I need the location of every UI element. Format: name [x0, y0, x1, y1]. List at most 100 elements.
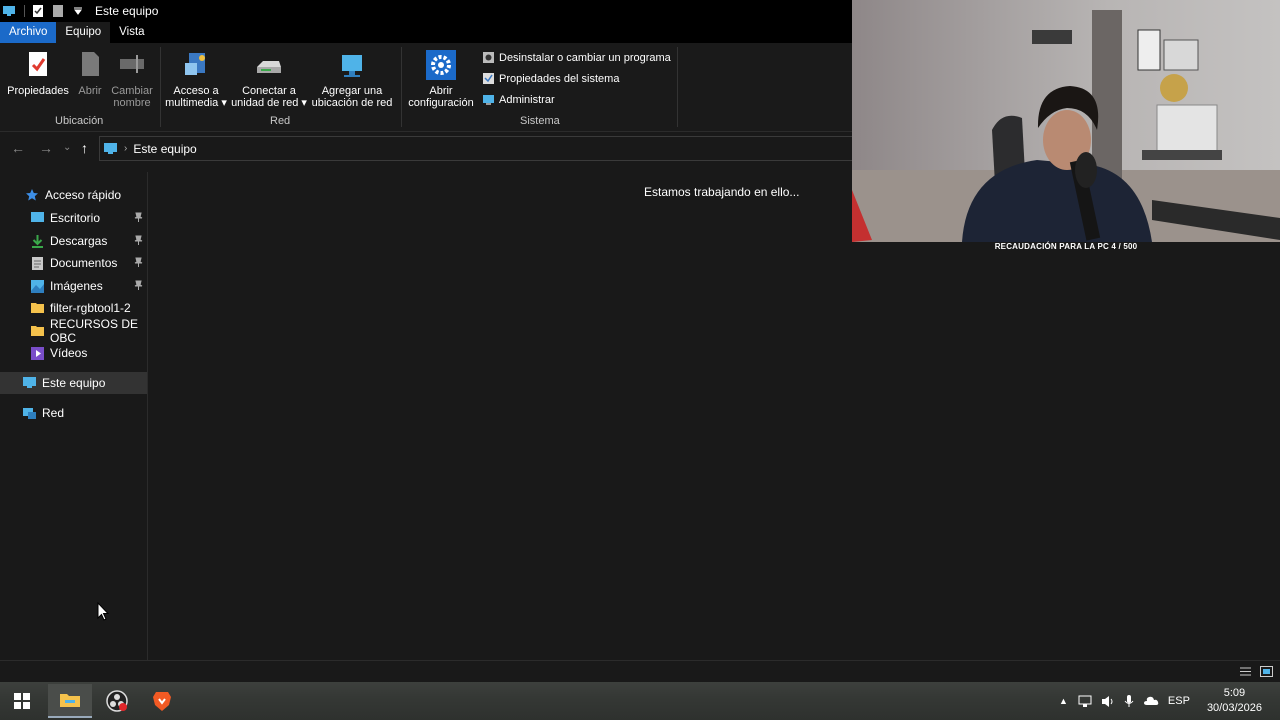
network-status-icon[interactable] — [1078, 695, 1093, 708]
sidebar-item-label: Vídeos — [50, 346, 88, 360]
forward-arrow-icon[interactable]: → — [39, 140, 53, 156]
loading-message: Estamos trabajando en ello... — [644, 185, 800, 199]
navigation-bar: ← → ⌄ ↑ › Este equipo — [0, 134, 852, 164]
webcam-overlay — [852, 0, 1280, 242]
ubicacion-label: ubicación de red — [311, 97, 393, 109]
obs-icon — [106, 690, 128, 712]
ribbon-separator — [401, 47, 402, 127]
pin-icon — [134, 257, 143, 268]
ribbon-separator — [677, 47, 678, 127]
file-explorer-icon — [60, 694, 80, 707]
sidebar-item-label: Documentos — [50, 256, 118, 270]
acceso-label: Acceso a — [173, 85, 219, 97]
multimedia-label: multimedia ▾ — [165, 97, 227, 109]
settings-gear-icon — [425, 49, 457, 81]
taskbar-obs[interactable] — [95, 684, 139, 718]
clock[interactable]: 5:09 30/03/2026 — [1207, 686, 1262, 716]
start-button[interactable] — [0, 684, 44, 718]
file-list-pane[interactable]: Estamos trabajando en ello... — [149, 172, 852, 660]
network-label: Red — [42, 406, 65, 420]
input-language[interactable]: ESP — [1168, 695, 1190, 707]
sidebar-item-imagenes[interactable]: Imágenes — [0, 275, 147, 297]
breadcrumb[interactable]: Este equipo — [133, 142, 196, 156]
sidebar-item-documentos[interactable]: Documentos — [0, 252, 147, 274]
sidebar-item-recursos-obc[interactable]: RECURSOS DE OBC — [0, 317, 147, 345]
conectar-unidad-red-button[interactable]: Conectar a unidad de red ▾ — [231, 49, 307, 109]
windows-logo-icon — [14, 693, 30, 709]
propiedades-label: Propiedades — [7, 85, 69, 97]
folder-icon — [30, 301, 45, 316]
document-icon — [30, 256, 45, 271]
sidebar-item-filter-rgbtool[interactable]: filter-rgbtool1-2 — [0, 297, 147, 319]
status-bar — [0, 660, 1280, 682]
sidebar-item-label: Escritorio — [50, 211, 101, 225]
pin-icon — [134, 212, 143, 223]
taskbar-brave[interactable] — [140, 684, 184, 718]
address-bar[interactable]: › Este equipo — [99, 136, 852, 161]
sidebar-item-videos[interactable]: Vídeos — [0, 342, 147, 364]
show-hidden-icons-chevron-icon[interactable]: ▲ — [1059, 696, 1068, 706]
agregar-label: Agregar una — [321, 85, 383, 97]
configuracion-label: configuración — [408, 97, 474, 109]
this-pc-label: Este equipo — [42, 376, 106, 390]
propiedades-button[interactable]: Propiedades — [7, 49, 69, 97]
microphone-icon[interactable] — [1124, 694, 1134, 708]
cambiar-nombre-button[interactable]: Cambiar nombre — [110, 49, 154, 109]
uninstall-icon — [482, 51, 495, 64]
abrir-button[interactable]: Abrir — [74, 49, 106, 97]
manage-icon — [482, 93, 495, 106]
system-properties-icon — [482, 72, 495, 85]
customize-quick-access-icon[interactable] — [71, 4, 85, 18]
sidebar-item-este-equipo[interactable]: Este equipo — [0, 372, 147, 394]
sidebar-item-red[interactable]: Red — [0, 402, 147, 424]
multimedia-text: multimedia — [165, 97, 219, 109]
pin-icon — [134, 235, 143, 246]
taskbar: ▲ ESP 5:09 30/03/2026 — [0, 682, 1280, 720]
ribbon: Propiedades Abrir Cambiar nombre Ubicaci… — [0, 43, 852, 132]
up-arrow-icon[interactable]: ↑ — [81, 140, 88, 156]
details-view-icon[interactable] — [1239, 666, 1252, 677]
clock-date: 30/03/2026 — [1206, 702, 1262, 714]
taskbar-file-explorer[interactable] — [48, 684, 92, 718]
sidebar-item-escritorio[interactable]: Escritorio — [0, 207, 147, 229]
unidad-label: unidad de red ▾ — [231, 97, 307, 109]
large-icons-view-icon[interactable] — [1260, 666, 1273, 677]
propiedades-sistema-label: Propiedades del sistema — [499, 72, 620, 85]
abrir-label: Abrir — [78, 85, 102, 97]
tab-vista[interactable]: Vista — [110, 22, 153, 43]
new-folder-quick-icon[interactable] — [51, 4, 65, 18]
network-icon — [22, 406, 37, 421]
ribbon-tabs: Archivo Equipo Vista — [0, 22, 852, 43]
administrar-button[interactable]: Administrar — [482, 93, 555, 106]
network-location-icon — [336, 49, 368, 81]
sidebar-item-label: Descargas — [50, 234, 108, 248]
volume-icon[interactable] — [1101, 695, 1115, 708]
sidebar-item-label: RECURSOS DE OBC — [50, 317, 139, 345]
abrir-configuracion-button[interactable]: Abrir configuración — [406, 49, 476, 109]
navigation-pane: Acceso rápido Escritorio Descargas Docum… — [0, 172, 148, 660]
this-pc-icon — [22, 376, 37, 391]
breadcrumb-chevron-icon[interactable]: › — [124, 143, 127, 154]
back-arrow-icon[interactable]: ← — [11, 140, 25, 156]
desinstalar-programa-button[interactable]: Desinstalar o cambiar un programa — [482, 51, 671, 64]
clock-time: 5:09 — [1223, 687, 1246, 699]
propiedades-sistema-button[interactable]: Propiedades del sistema — [482, 72, 619, 85]
network-drive-icon — [253, 49, 285, 81]
sidebar-item-descargas[interactable]: Descargas — [0, 230, 147, 252]
quick-access-label: Acceso rápido — [45, 188, 122, 202]
pictures-icon — [30, 279, 45, 294]
properties-quick-icon[interactable] — [31, 4, 45, 18]
tab-archivo[interactable]: Archivo — [0, 22, 57, 43]
agregar-ubicacion-red-button[interactable]: Agregar una ubicación de red — [310, 49, 394, 109]
cloud-sync-icon[interactable] — [1143, 695, 1159, 707]
sidebar-item-quick-access[interactable]: Acceso rápido — [0, 184, 147, 206]
videos-icon — [30, 346, 45, 361]
conectar-label: Conectar a — [242, 85, 296, 97]
recent-locations-chevron-icon[interactable]: ⌄ — [63, 142, 71, 153]
acceso-multimedia-button[interactable]: Acceso a multimedia ▾ — [165, 49, 227, 109]
media-server-icon — [180, 49, 212, 81]
sidebar-item-label: Imágenes — [50, 279, 103, 293]
title-bar: Este equipo — [0, 0, 852, 22]
stream-caption: RECAUDACIÓN PARA LA PC 4 / 500 — [994, 242, 1138, 251]
tab-equipo[interactable]: Equipo — [56, 22, 111, 43]
